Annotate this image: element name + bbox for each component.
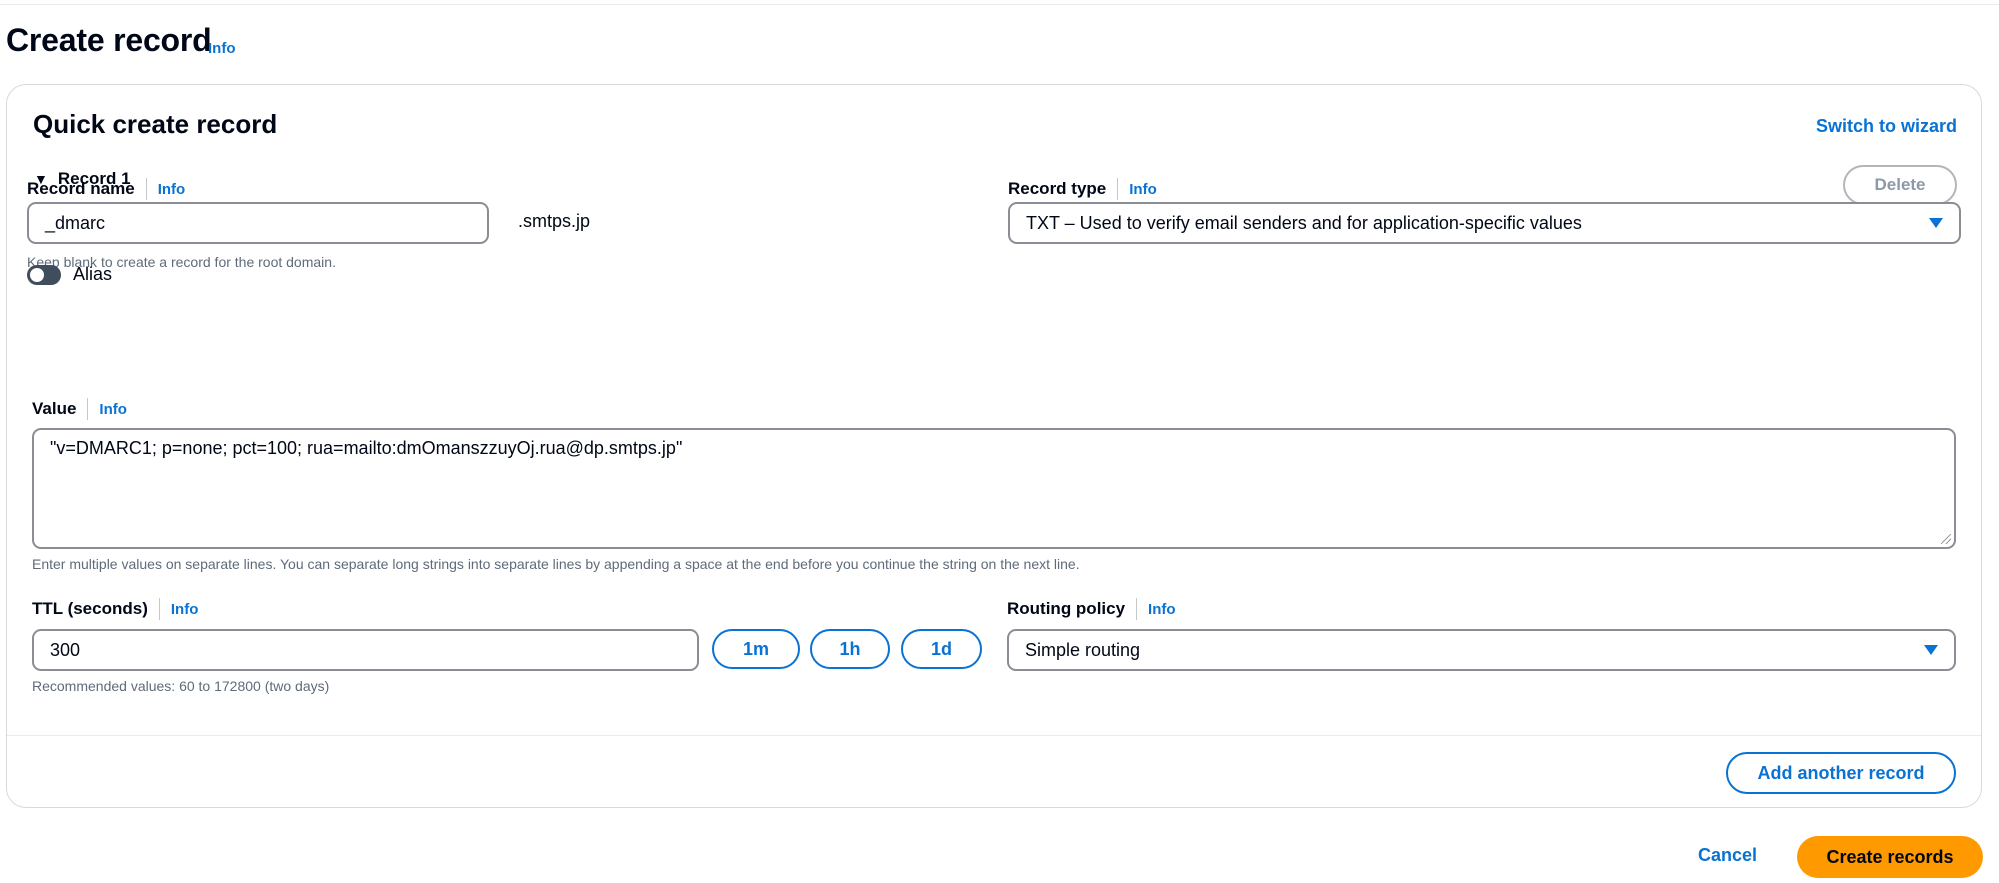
routing-policy-label: Routing policy xyxy=(1007,599,1126,618)
value-textarea[interactable]: "v=DMARC1; p=none; pct=100; rua=mailto:d… xyxy=(32,428,1956,549)
ttl-info-link[interactable]: Info xyxy=(171,601,199,618)
delete-record-button[interactable]: Delete xyxy=(1843,165,1957,205)
label-separator xyxy=(145,178,147,200)
container-footer-divider xyxy=(7,735,1981,736)
record-type-label-row: Record type Info xyxy=(1008,178,1157,200)
ttl-preset-1m-button[interactable]: 1m xyxy=(712,629,800,669)
caret-down-icon xyxy=(1924,645,1938,655)
routing-policy-select[interactable]: Simple routing xyxy=(1007,629,1956,671)
toggle-knob xyxy=(30,268,44,282)
value-label-row: Value Info xyxy=(32,398,127,420)
record-name-info-link[interactable]: Info xyxy=(158,181,186,198)
ttl-label-row: TTL (seconds) Info xyxy=(32,598,198,620)
label-separator xyxy=(87,398,89,420)
ttl-hint: Recommended values: 60 to 172800 (two da… xyxy=(32,678,330,694)
page-title: Create record xyxy=(6,22,212,58)
alias-label: Alias xyxy=(73,264,113,284)
add-another-record-button[interactable]: Add another record xyxy=(1726,752,1956,794)
page-title-info-link[interactable]: Info xyxy=(208,40,236,57)
switch-to-wizard-link[interactable]: Switch to wizard xyxy=(1816,116,1957,137)
cancel-button[interactable]: Cancel xyxy=(1698,845,1757,866)
record-type-value: TXT – Used to verify email senders and f… xyxy=(1026,212,1582,233)
top-divider xyxy=(0,4,1999,5)
ttl-preset-1d-button[interactable]: 1d xyxy=(901,629,982,669)
record-name-input[interactable]: _dmarc xyxy=(27,202,489,244)
value-label: Value xyxy=(32,399,77,418)
value-hint: Enter multiple values on separate lines.… xyxy=(32,556,1080,572)
create-records-button[interactable]: Create records xyxy=(1797,836,1983,878)
value-info-link[interactable]: Info xyxy=(99,401,127,418)
label-separator xyxy=(1136,598,1138,620)
record-name-label-row: Record name Info xyxy=(27,178,185,200)
routing-policy-label-row: Routing policy Info xyxy=(1007,598,1176,620)
ttl-label: TTL (seconds) xyxy=(32,599,148,618)
label-separator xyxy=(1117,178,1119,200)
routing-policy-info-link[interactable]: Info xyxy=(1148,601,1176,618)
record-type-label: Record type xyxy=(1008,179,1107,198)
record-type-select[interactable]: TXT – Used to verify email senders and f… xyxy=(1008,202,1961,244)
ttl-preset-1h-button[interactable]: 1h xyxy=(810,629,890,669)
routing-policy-value: Simple routing xyxy=(1025,639,1141,660)
value-text: "v=DMARC1; p=none; pct=100; rua=mailto:d… xyxy=(50,438,683,458)
record-type-info-link[interactable]: Info xyxy=(1129,181,1157,198)
caret-down-icon xyxy=(1929,218,1943,228)
label-separator xyxy=(158,598,160,620)
ttl-input[interactable]: 300 xyxy=(32,629,699,671)
resize-grip-icon[interactable] xyxy=(1941,534,1951,544)
container-title: Quick create record xyxy=(33,109,278,139)
domain-suffix: .smtps.jp xyxy=(518,211,591,231)
record-name-label: Record name xyxy=(27,179,135,198)
alias-toggle[interactable] xyxy=(27,265,61,285)
